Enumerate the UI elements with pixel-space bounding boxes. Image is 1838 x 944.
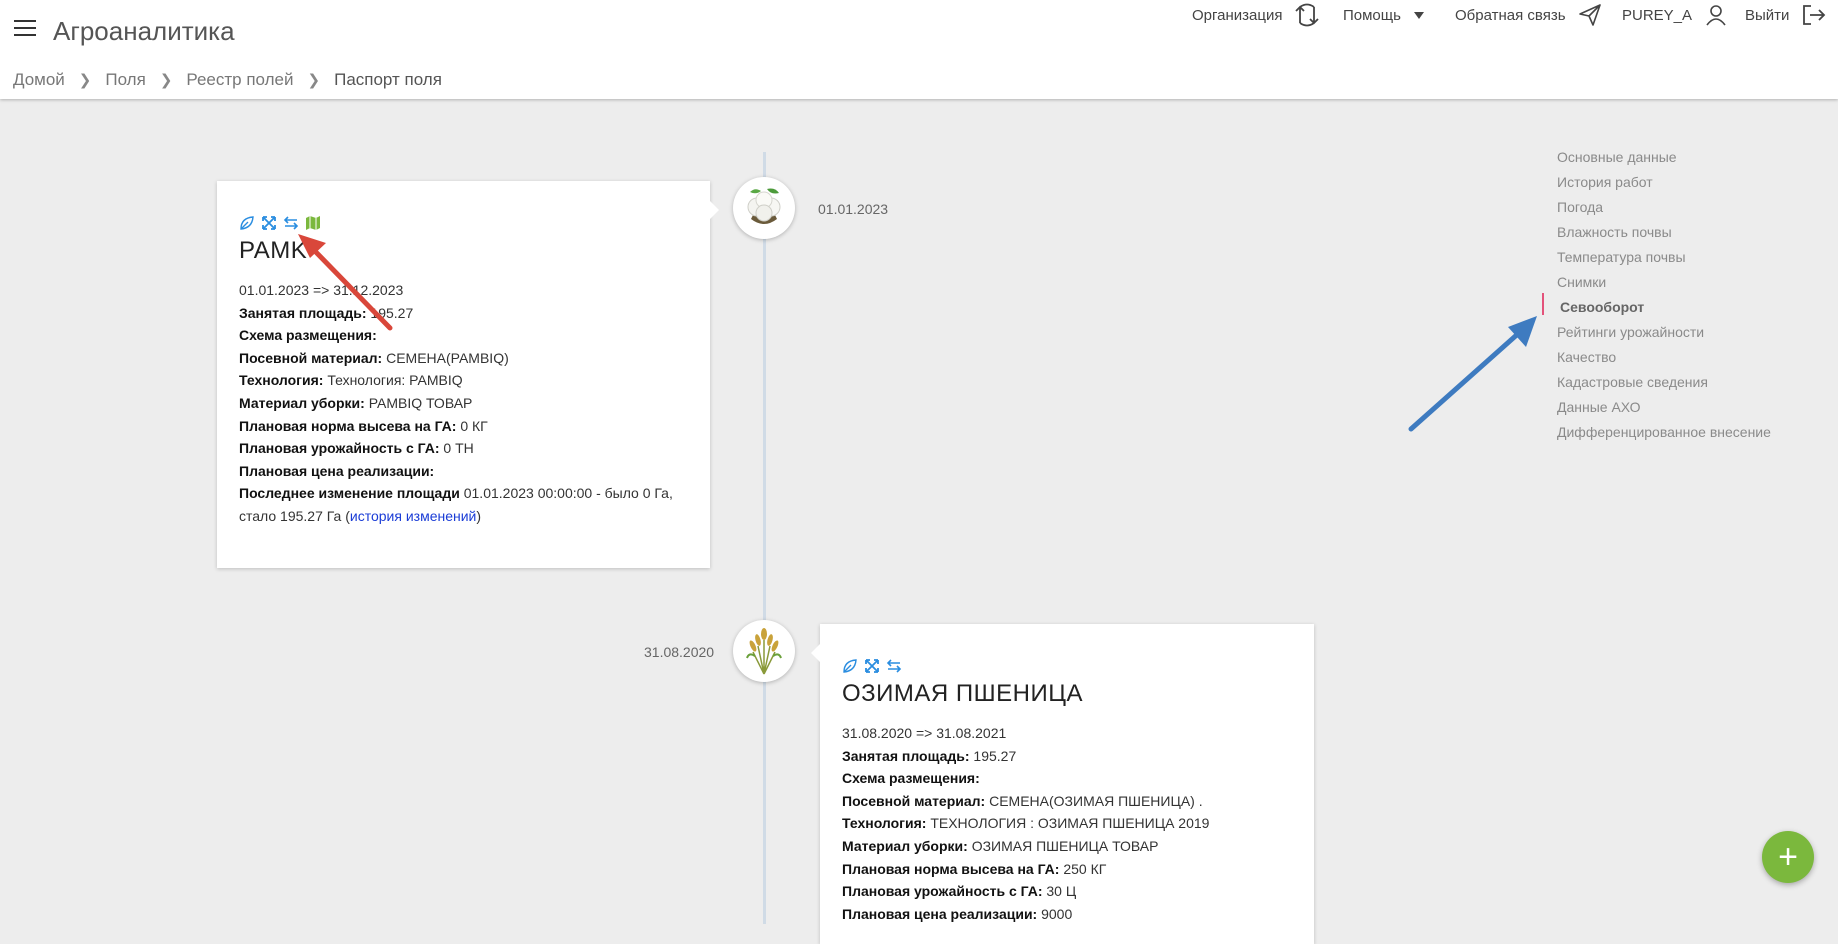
card-pointer [811,644,820,662]
nav-basic-data[interactable]: Основные данные [1557,147,1771,172]
occupied-area: Занятая площадь: 195.27 [239,304,414,321]
breadcrumb: Домой ❯ Поля ❯ Реестр полей ❯ Паспорт по… [13,70,442,90]
crop-title: ОЗИМАЯ ПШЕНИЦА [842,680,1084,707]
card-actions [239,215,688,231]
change-history-link[interactable]: история изменений [350,508,476,524]
organization-label: Организация [1192,6,1283,24]
nav-yield-ratings[interactable]: Рейтинги урожайности [1557,322,1771,347]
nav-images[interactable]: Снимки [1557,272,1771,297]
technology: Технология: ТЕХНОЛОГИЯ : ОЗИМАЯ ПШЕНИЦА … [842,815,1210,832]
help-menu[interactable]: Помощь [1343,0,1425,30]
planned-yield: Плановая урожайность с ГА: 30 Ц [842,883,1077,900]
paper-plane-icon [1578,4,1601,26]
harvest-material: Материал уборки: ОЗИМАЯ ПШЕНИЦА ТОВАР [842,837,1159,854]
organization-button[interactable]: Организация [1192,0,1320,30]
swap-vertical-icon [1295,3,1320,27]
section-nav: Основные данные История работ Погода Вла… [1542,147,1771,447]
blue-arrow-icon [1408,316,1537,432]
harvest-material: Материал уборки: PAMBIQ ТОВАР [239,394,473,411]
timeline-line [763,152,766,924]
nav-work-history[interactable]: История работ [1557,172,1771,197]
technology: Технология: Технология: PAMBIQ [239,372,463,389]
logout-icon [1803,5,1826,25]
nav-crop-rotation[interactable]: Севооборот [1557,297,1771,322]
expand-icon[interactable] [261,215,277,231]
breadcrumb-current: Паспорт поля [334,70,442,89]
user-menu[interactable]: PUREY_A [1622,0,1728,30]
menu-icon[interactable] [14,20,36,37]
nav-soil-temperature[interactable]: Температура почвы [1557,247,1771,272]
leaf-icon[interactable] [842,658,858,674]
card-pointer [710,201,719,219]
chevron-right-icon: ❯ [159,72,173,89]
help-label: Помощь [1343,6,1401,24]
seeding-rate: Плановая норма высева на ГА: 0 КГ [239,417,488,434]
crop-period: 31.08.2020 => 31.08.2021 [842,725,1007,741]
leaf-icon[interactable] [239,215,255,231]
chevron-right-icon: ❯ [78,72,92,89]
add-button[interactable]: + [1762,831,1814,883]
layout-scheme: Схема размещения: [842,770,980,787]
user-name: PUREY_A [1622,6,1693,24]
layout-scheme: Схема размещения: [239,327,377,344]
cotton-icon [747,188,781,224]
nav-weather[interactable]: Погода [1557,197,1771,222]
logout-label: Выйти [1745,6,1790,24]
nav-cadastral[interactable]: Кадастровые сведения [1557,372,1771,397]
nav-soil-moisture[interactable]: Влажность почвы [1557,222,1771,247]
swap-horizontal-icon[interactable] [283,215,299,231]
crop-card: ОЗИМАЯ ПШЕНИЦА 31.08.2020 => 31.08.2021 … [811,624,1314,944]
caret-down-icon [1413,12,1424,19]
crop-title: PAMK [239,237,308,264]
timeline-date: 31.08.2020 [644,644,715,660]
wheat-icon [746,628,782,675]
last-area-change: Последнее изменение площади 01.01.2023 0… [239,485,673,524]
timeline-node [733,620,795,682]
seed-material: Посевной материал: СЕМЕНА(PAMBIQ) [239,349,509,366]
app-title: Агроаналитика [53,16,235,46]
chevron-right-icon: ❯ [307,72,321,89]
swap-horizontal-icon[interactable] [886,658,902,674]
nav-aho-data[interactable]: Данные АХО [1557,397,1771,422]
planned-price: Плановая цена реализации: [239,462,435,479]
feedback-label: Обратная связь [1455,6,1566,24]
seeding-rate: Плановая норма высева на ГА: 250 КГ [842,860,1107,877]
expand-icon[interactable] [864,658,880,674]
map-icon[interactable] [305,215,321,231]
nav-quality[interactable]: Качество [1557,347,1771,372]
crop-card: PAMK 01.01.2023 => 31.12.2023 Занятая пл… [217,181,719,568]
feedback-button[interactable]: Обратная связь [1455,0,1602,30]
top-bar: Агроаналитика Организация Помощь Обратна… [0,0,1838,99]
timeline-node [733,177,795,239]
logout-button[interactable]: Выйти [1745,0,1827,30]
card-actions [842,658,1292,674]
planned-yield: Плановая урожайность с ГА: 0 ТН [239,440,474,457]
breadcrumb-home[interactable]: Домой [13,70,65,90]
active-section-marker [1542,293,1544,315]
user-icon [1706,5,1726,26]
planned-price: Плановая цена реализации: 9000 [842,905,1073,922]
occupied-area: Занятая площадь: 195.27 [842,747,1017,764]
breadcrumb-field-registry[interactable]: Реестр полей [186,70,293,90]
crop-period: 01.01.2023 => 31.12.2023 [239,282,404,298]
timeline-date: 01.01.2023 [818,201,889,217]
nav-variable-rate[interactable]: Дифференцированное внесение [1557,422,1771,447]
seed-material: Посевной материал: СЕМЕНА(ОЗИМАЯ ПШЕНИЦА… [842,792,1203,809]
breadcrumb-fields[interactable]: Поля [105,70,145,90]
